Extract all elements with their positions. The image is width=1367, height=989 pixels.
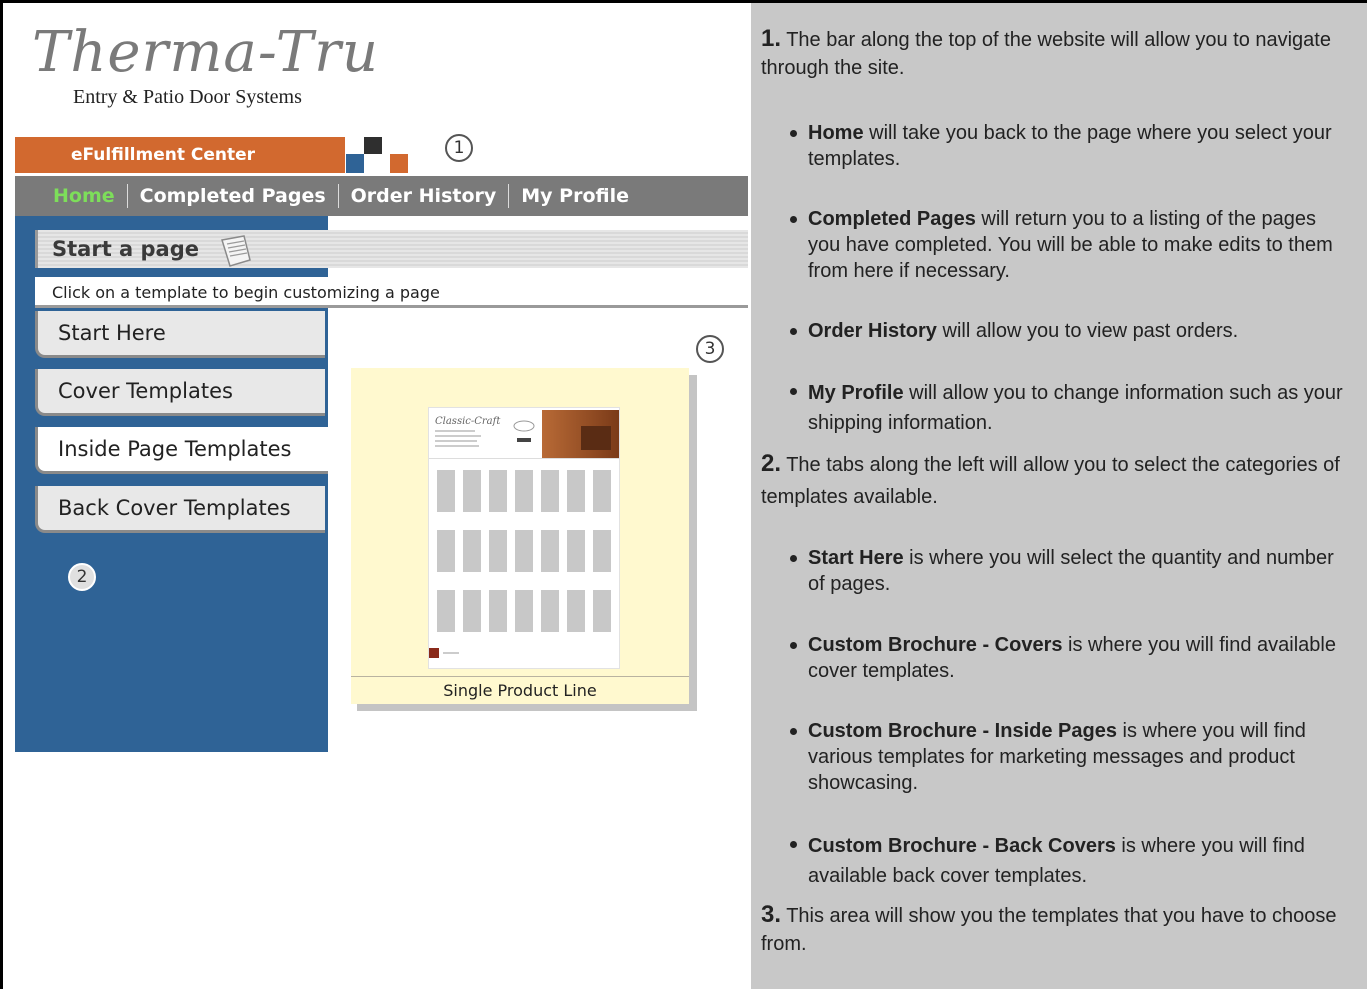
nav-order-history-link[interactable]: Order History: [339, 176, 509, 216]
help-bullet: Custom Brochure - Back Covers is where y…: [790, 831, 1348, 891]
nav-home-link[interactable]: Home: [53, 176, 127, 216]
help-bullet: Custom Brochure - Covers is where you wi…: [790, 632, 1348, 684]
help-paragraph-1: 1. The bar along the top of the website …: [761, 25, 1357, 82]
help-bullet: Completed Pages will return you to a lis…: [790, 206, 1348, 284]
tab-inside-page-templates[interactable]: Inside Page Templates: [35, 427, 328, 474]
tab-back-cover-templates[interactable]: Back Cover Templates: [35, 486, 325, 533]
callout-1-badge: 1: [445, 134, 473, 162]
logo-subtitle: Entry & Patio Door Systems: [73, 86, 302, 108]
help-bullet: Order History will allow you to view pas…: [790, 318, 1348, 344]
paper-icon: [221, 235, 251, 267]
help-bullet: My Profile will allow you to change info…: [790, 378, 1348, 438]
help-paragraph-3: 3. This area will show you the templates…: [761, 901, 1357, 958]
logo-square-dark: [364, 137, 382, 154]
efulfillment-center-bar: eFulfillment Center: [15, 137, 345, 173]
callout-3-badge: 3: [696, 335, 724, 363]
help-num-2: 2.: [761, 450, 782, 477]
callout-2-badge: 2: [68, 563, 96, 591]
tab-start-here[interactable]: Start Here: [35, 311, 325, 358]
template-thumbnail[interactable]: Classic-Craft: [428, 407, 620, 669]
start-page-instruction: Click on a template to begin customizing…: [35, 277, 748, 308]
help-bullet: Custom Brochure - Inside Pages is where …: [790, 718, 1348, 796]
logo-square-blue: [346, 154, 364, 173]
help-text-2: The tabs along the left will allow you t…: [761, 454, 1340, 508]
thumbnail-preview: Classic-Craft: [429, 410, 620, 658]
help-text-1: The bar along the top of the website wil…: [761, 29, 1331, 79]
folder-tab: [569, 370, 689, 408]
nav-my-profile-link[interactable]: My Profile: [509, 176, 641, 216]
start-page-heading: Start a page: [52, 237, 199, 261]
help-bullet: Start Here is where you will select the …: [790, 545, 1348, 597]
help-num-3: 3.: [761, 901, 782, 928]
help-num-1: 1.: [761, 25, 782, 52]
thumb-title: Classic-Craft: [435, 416, 501, 427]
nav-completed-pages-link[interactable]: Completed Pages: [128, 176, 338, 216]
logo-square-orange: [390, 154, 408, 173]
help-panel: 1. The bar along the top of the website …: [751, 3, 1367, 989]
logo-script: Therma-Tru: [32, 20, 379, 85]
help-bullet: Home will take you back to the page wher…: [790, 120, 1348, 172]
help-text-3: This area will show you the templates th…: [761, 905, 1337, 955]
tab-cover-templates[interactable]: Cover Templates: [35, 369, 325, 416]
template-label[interactable]: Single Product Line: [351, 676, 689, 705]
help-paragraph-2: 2. The tabs along the left will allow yo…: [761, 448, 1357, 513]
top-nav-bar: Home Completed Pages Order History My Pr…: [15, 176, 748, 216]
